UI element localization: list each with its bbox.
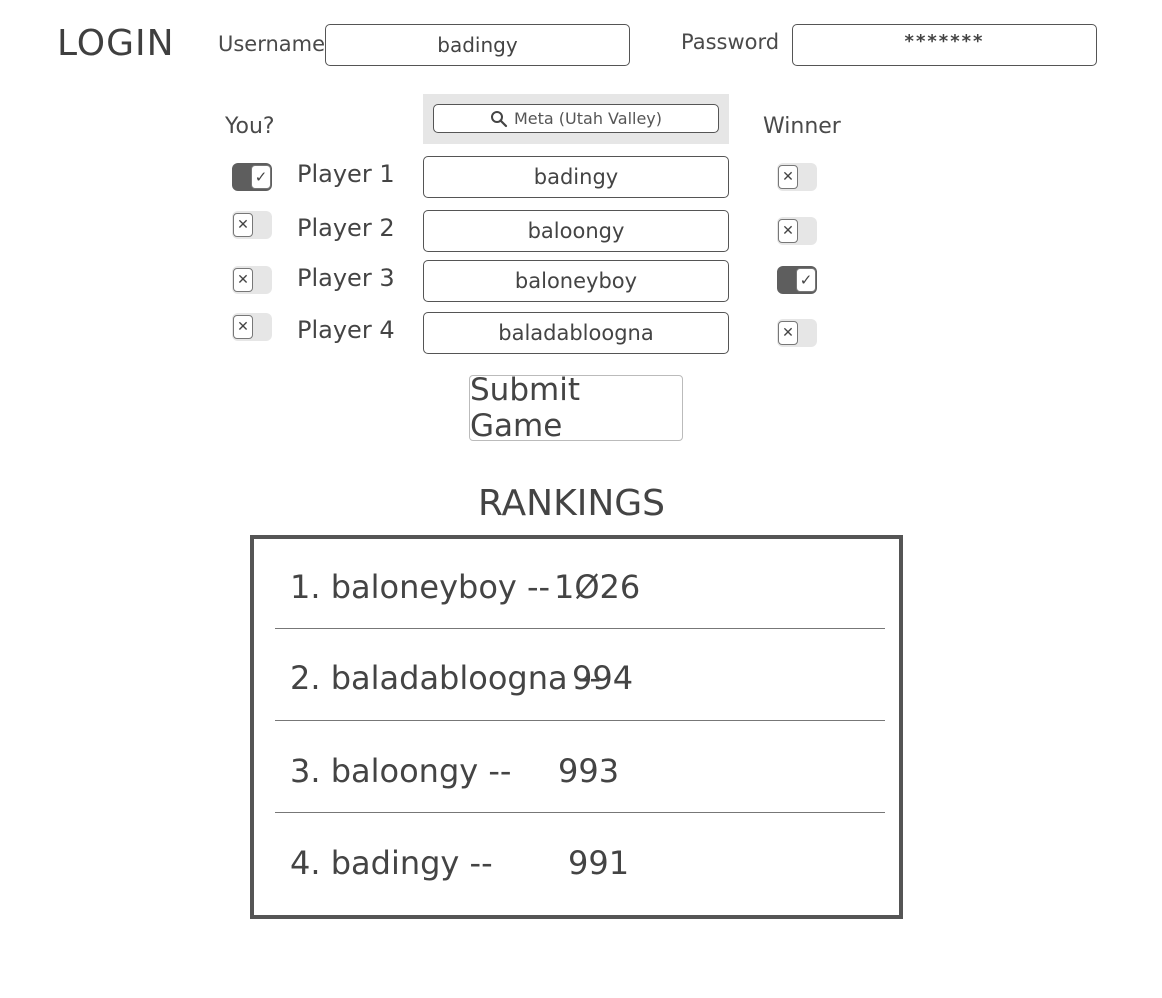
winner-toggle-player-1[interactable]: ✕ [777, 163, 817, 191]
winner-column-header: Winner [763, 114, 841, 139]
player-name-4: baladabloogna [498, 321, 654, 345]
ranking-divider [275, 720, 885, 721]
player-name-input-4[interactable]: baladabloogna [423, 312, 729, 354]
location-search-container: Meta (Utah Valley) [423, 94, 729, 144]
x-icon: ✕ [233, 315, 253, 339]
winner-toggle-player-2[interactable]: ✕ [777, 217, 817, 245]
you-column-header: You? [225, 114, 275, 139]
location-search-value: Meta (Utah Valley) [513, 109, 663, 128]
rankings-title: RANKINGS [477, 483, 665, 524]
x-icon: ✕ [778, 219, 798, 243]
submit-game-button[interactable]: Submit Game [469, 372, 683, 444]
you-toggle-player-1[interactable]: ✓ [232, 163, 272, 191]
password-input[interactable]: ******* [792, 24, 1097, 66]
player-name-2: baloongy [527, 219, 625, 243]
username-input[interactable]: badingy [325, 24, 630, 66]
x-icon: ✕ [233, 213, 253, 237]
player-label-1: Player 1 [297, 160, 395, 188]
x-icon: ✕ [233, 268, 253, 292]
ranking-score-3: 993 [558, 752, 620, 790]
login-title: LOGIN [57, 23, 175, 64]
x-icon: ✕ [778, 321, 798, 345]
player-name-input-1[interactable]: badingy [423, 156, 729, 198]
player-label-4: Player 4 [297, 316, 395, 344]
ranking-divider [275, 628, 885, 629]
password-value: ******* [904, 30, 985, 52]
ranking-entry-3: 3. baloongy -- [290, 752, 512, 790]
you-toggle-player-2[interactable]: ✕ [232, 211, 272, 239]
ranking-score-1: 1Ø26 [554, 568, 641, 606]
location-search-input[interactable]: Meta (Utah Valley) [433, 104, 719, 133]
rankings-list: 1. baloneyboy -- 1Ø26 2. baladabloogna -… [250, 535, 903, 919]
password-label: Password [681, 30, 780, 54]
player-name-3: baloneyboy [514, 269, 638, 293]
ranking-entry-1: 1. baloneyboy -- [290, 568, 551, 606]
username-label: Username [218, 32, 326, 56]
check-icon: ✓ [796, 268, 816, 292]
player-label-2: Player 2 [297, 214, 395, 242]
player-name-input-2[interactable]: baloongy [423, 210, 729, 252]
x-icon: ✕ [778, 165, 798, 189]
ranking-entry-2: 2. baladabloogna -- [290, 659, 601, 697]
search-icon [490, 110, 508, 128]
player-name-1: badingy [533, 165, 619, 189]
ranking-entry-4: 4. badingy -- [290, 844, 493, 882]
ranking-score-4: 991 [568, 844, 630, 882]
ranking-divider [275, 812, 885, 813]
player-label-3: Player 3 [297, 264, 395, 292]
ranking-score-2: 994 [572, 659, 634, 697]
player-name-input-3[interactable]: baloneyboy [423, 260, 729, 302]
username-value: badingy [437, 33, 518, 57]
you-toggle-player-4[interactable]: ✕ [232, 313, 272, 341]
winner-toggle-player-3[interactable]: ✓ [777, 266, 817, 294]
check-icon: ✓ [251, 165, 271, 189]
winner-toggle-player-4[interactable]: ✕ [777, 319, 817, 347]
you-toggle-player-3[interactable]: ✕ [232, 266, 272, 294]
